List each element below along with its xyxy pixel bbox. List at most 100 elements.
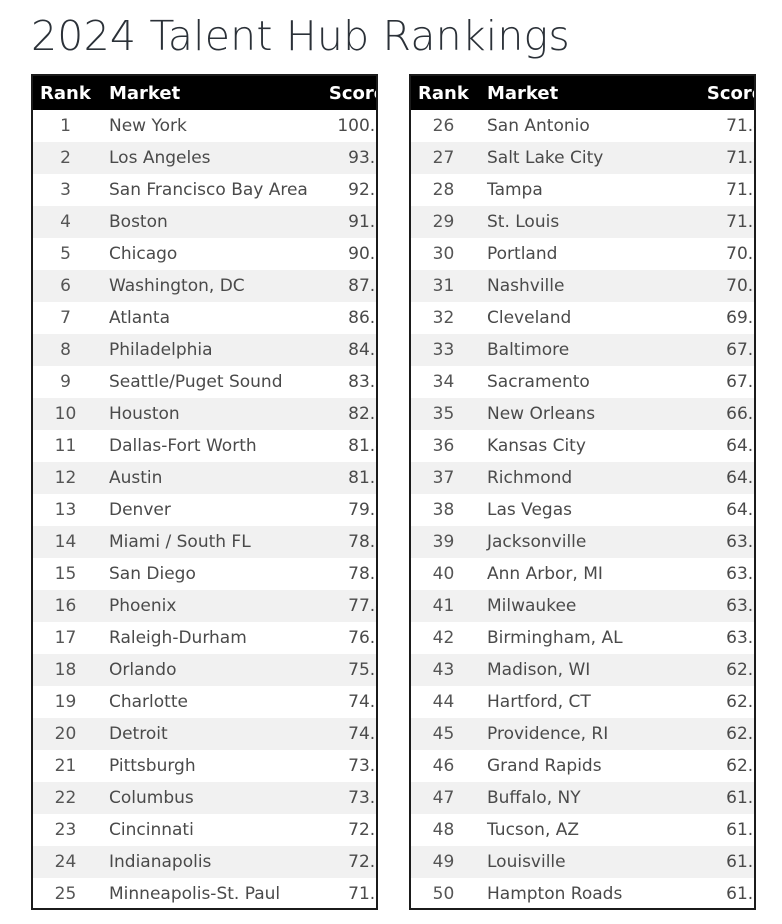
cell-market: Portland <box>487 244 558 264</box>
cell-score: 63.2 <box>726 596 754 616</box>
cell-rank: 44 <box>432 692 455 712</box>
cell-score: 83.2 <box>348 372 376 392</box>
cell-score: 61.7 <box>726 820 754 840</box>
table-row: 12 Austin 81.0 <box>33 462 376 494</box>
cell-market: Jacksonville <box>487 532 587 552</box>
cell-market: Houston <box>109 404 180 424</box>
cell-rank: 48 <box>432 820 455 840</box>
table-row: 5 Chicago 90.2 <box>33 238 376 270</box>
header-row: Rank Market Score <box>411 76 754 110</box>
cell-score: 71.0 <box>726 180 754 200</box>
cell-rank: 23 <box>54 820 77 840</box>
table-row: 32 Cleveland 69.8 <box>411 302 754 334</box>
table-row: 46 Grand Rapids 62.1 <box>411 750 754 782</box>
cell-market: Tampa <box>487 180 543 200</box>
cell-rank: 38 <box>432 500 455 520</box>
column-header-rank: Rank <box>33 76 106 110</box>
table-row: 7 Atlanta 86.0 <box>33 302 376 334</box>
cell-rank: 22 <box>54 788 77 808</box>
rankings-table-left: Rank Market Score 1 New York 100.0 2 Los Ang… <box>31 74 378 910</box>
table-row: 18 Orlando 75.1 <box>33 654 376 686</box>
table-header-left: Rank Market Score <box>33 76 376 110</box>
table-row: 38 Las Vegas 64.1 <box>411 494 754 526</box>
table-row: 8 Philadelphia 84.4 <box>33 334 376 366</box>
cell-market: Ann Arbor, MI <box>487 564 603 584</box>
cell-score: 78.3 <box>348 532 376 552</box>
cell-score: 90.2 <box>348 244 376 264</box>
cell-market: Chicago <box>109 244 178 264</box>
page-title: 2024 Talent Hub Rankings <box>31 12 570 60</box>
cell-rank: 49 <box>432 852 455 872</box>
cell-score: 67.6 <box>726 340 754 360</box>
cell-score: 74.7 <box>348 692 376 712</box>
table-row: 15 San Diego 78.2 <box>33 558 376 590</box>
cell-score: 86.0 <box>348 308 376 328</box>
table-row: 44 Hartford, CT 62.3 <box>411 686 754 718</box>
table-row: 48 Tucson, AZ 61.7 <box>411 814 754 846</box>
cell-score: 61.3 <box>726 884 754 904</box>
cell-score: 73.2 <box>348 756 376 776</box>
cell-market: Buffalo, NY <box>487 788 581 808</box>
cell-score: 81.4 <box>348 436 376 456</box>
cell-rank: 27 <box>432 148 455 168</box>
table-row: 2 Los Angeles 93.2 <box>33 142 376 174</box>
table-row: 35 New Orleans 66.7 <box>411 398 754 430</box>
column-header-rank: Rank <box>411 76 484 110</box>
table-row: 13 Denver 79.8 <box>33 494 376 526</box>
cell-rank: 19 <box>54 692 77 712</box>
cell-score: 71.4 <box>726 148 754 168</box>
cell-rank: 16 <box>54 596 77 616</box>
table-header-right: Rank Market Score <box>411 76 754 110</box>
cell-market: San Francisco Bay Area <box>109 180 308 200</box>
table-row: 45 Providence, RI 62.2 <box>411 718 754 750</box>
cell-rank: 5 <box>60 244 71 264</box>
cell-market: San Antonio <box>487 116 590 136</box>
cell-rank: 6 <box>60 276 71 296</box>
table-row: 11 Dallas-Fort Worth 81.4 <box>33 430 376 462</box>
cell-score: 71.5 <box>348 884 376 904</box>
cell-rank: 46 <box>432 756 455 776</box>
cell-rank: 39 <box>432 532 455 552</box>
cell-market: Louisville <box>487 852 566 872</box>
table-row: 26 San Antonio 71.4 <box>411 110 754 142</box>
cell-score: 78.2 <box>348 564 376 584</box>
table-row: 21 Pittsburgh 73.2 <box>33 750 376 782</box>
cell-market: Milwaukee <box>487 596 577 616</box>
cell-score: 75.1 <box>348 660 376 680</box>
cell-rank: 10 <box>54 404 77 424</box>
cell-market: Columbus <box>109 788 194 808</box>
cell-rank: 33 <box>432 340 455 360</box>
table-row: 1 New York 100.0 <box>33 110 376 142</box>
table-row: 37 Richmond 64.3 <box>411 462 754 494</box>
cell-market: Washington, DC <box>109 276 245 296</box>
cell-score: 72.9 <box>348 820 376 840</box>
cell-rank: 18 <box>54 660 77 680</box>
table-body-right: 26 San Antonio 71.4 27 Salt Lake City 71.4 28 T… <box>411 110 754 908</box>
cell-score: 63.8 <box>726 532 754 552</box>
cell-score: 74.7 <box>348 724 376 744</box>
table-row: 29 St. Louis 71.0 <box>411 206 754 238</box>
cell-score: 71.0 <box>726 212 754 232</box>
cell-score: 73.0 <box>348 788 376 808</box>
cell-rank: 26 <box>432 116 455 136</box>
table-row: 41 Milwaukee 63.2 <box>411 590 754 622</box>
column-header-market: Market <box>484 76 686 110</box>
cell-rank: 20 <box>54 724 77 744</box>
cell-rank: 43 <box>432 660 455 680</box>
cell-market: Detroit <box>109 724 168 744</box>
rankings-table-right: Rank Market Score 26 San Antonio 71.4 27 Sal… <box>409 74 756 910</box>
column-header-score: Score <box>308 76 376 110</box>
cell-rank: 34 <box>432 372 455 392</box>
table-row: 3 San Francisco Bay Area 92.1 <box>33 174 376 206</box>
cell-rank: 42 <box>432 628 455 648</box>
cell-market: St. Louis <box>487 212 560 232</box>
cell-market: Miami / South FL <box>109 532 251 552</box>
cell-rank: 13 <box>54 500 77 520</box>
rankings-grid-left: Rank Market Score 1 New York 100.0 2 Los Ang… <box>33 76 376 908</box>
cell-market: Dallas-Fort Worth <box>109 436 257 456</box>
cell-score: 71.4 <box>726 116 754 136</box>
cell-market: Pittsburgh <box>109 756 196 776</box>
cell-score: 64.3 <box>726 468 754 488</box>
cell-market: Birmingham, AL <box>487 628 623 648</box>
cell-market: Nashville <box>487 276 565 296</box>
